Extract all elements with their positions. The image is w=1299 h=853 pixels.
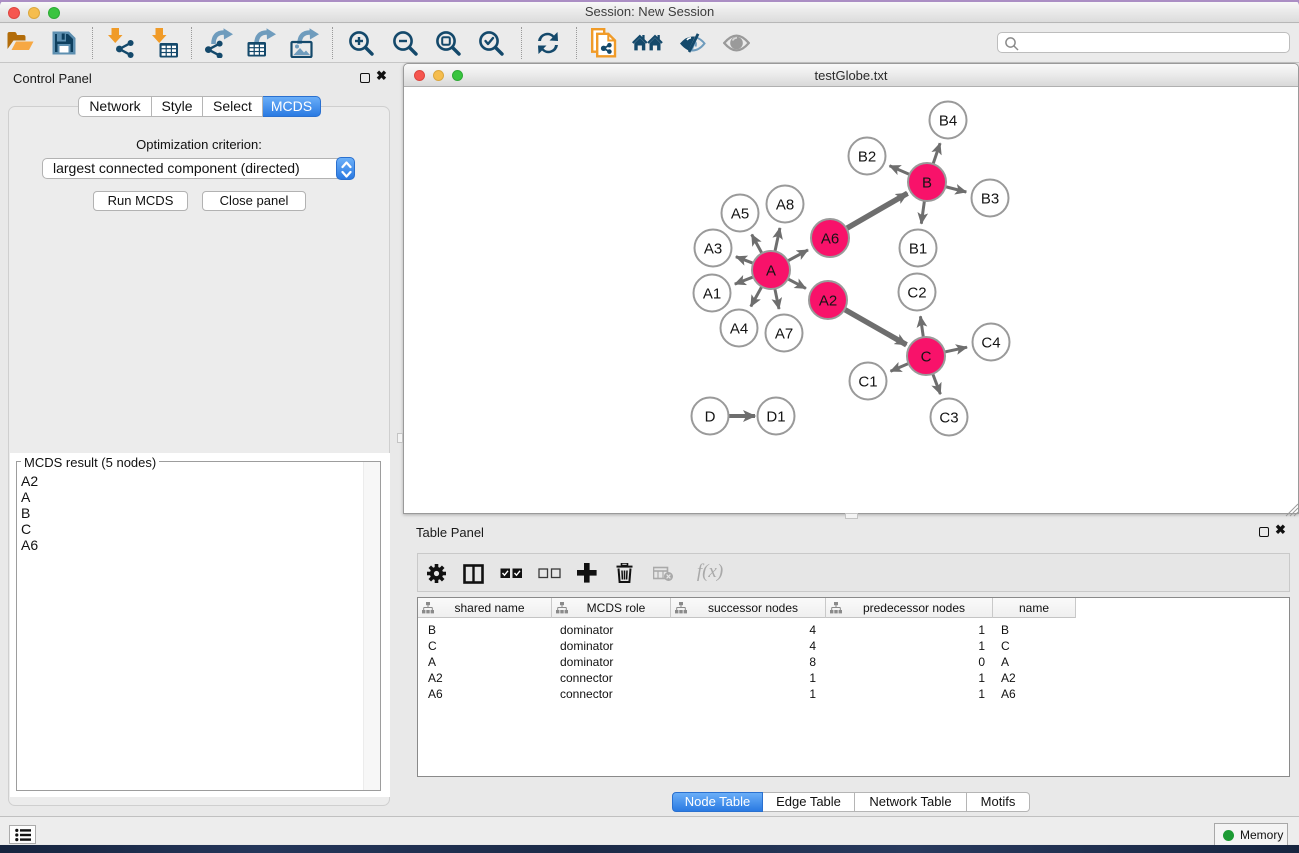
svg-text:B: B bbox=[922, 175, 932, 192]
svg-text:A8: A8 bbox=[776, 197, 794, 214]
svg-text:D1: D1 bbox=[766, 409, 785, 426]
svg-text:A1: A1 bbox=[703, 286, 721, 303]
svg-text:A5: A5 bbox=[731, 206, 749, 223]
svg-text:C3: C3 bbox=[939, 410, 958, 427]
svg-text:A6: A6 bbox=[821, 231, 839, 248]
svg-text:C: C bbox=[921, 349, 932, 366]
svg-text:C2: C2 bbox=[907, 285, 926, 302]
svg-text:B1: B1 bbox=[909, 241, 927, 258]
svg-text:C1: C1 bbox=[858, 374, 877, 391]
svg-text:B3: B3 bbox=[981, 191, 999, 208]
svg-text:A3: A3 bbox=[704, 241, 722, 258]
svg-text:A2: A2 bbox=[819, 293, 837, 310]
svg-text:B2: B2 bbox=[858, 149, 876, 166]
svg-text:D: D bbox=[705, 409, 716, 426]
svg-text:C4: C4 bbox=[981, 335, 1000, 352]
svg-text:B4: B4 bbox=[939, 113, 957, 130]
svg-text:A4: A4 bbox=[730, 321, 748, 338]
svg-text:A: A bbox=[766, 263, 776, 280]
svg-text:A7: A7 bbox=[775, 326, 793, 343]
